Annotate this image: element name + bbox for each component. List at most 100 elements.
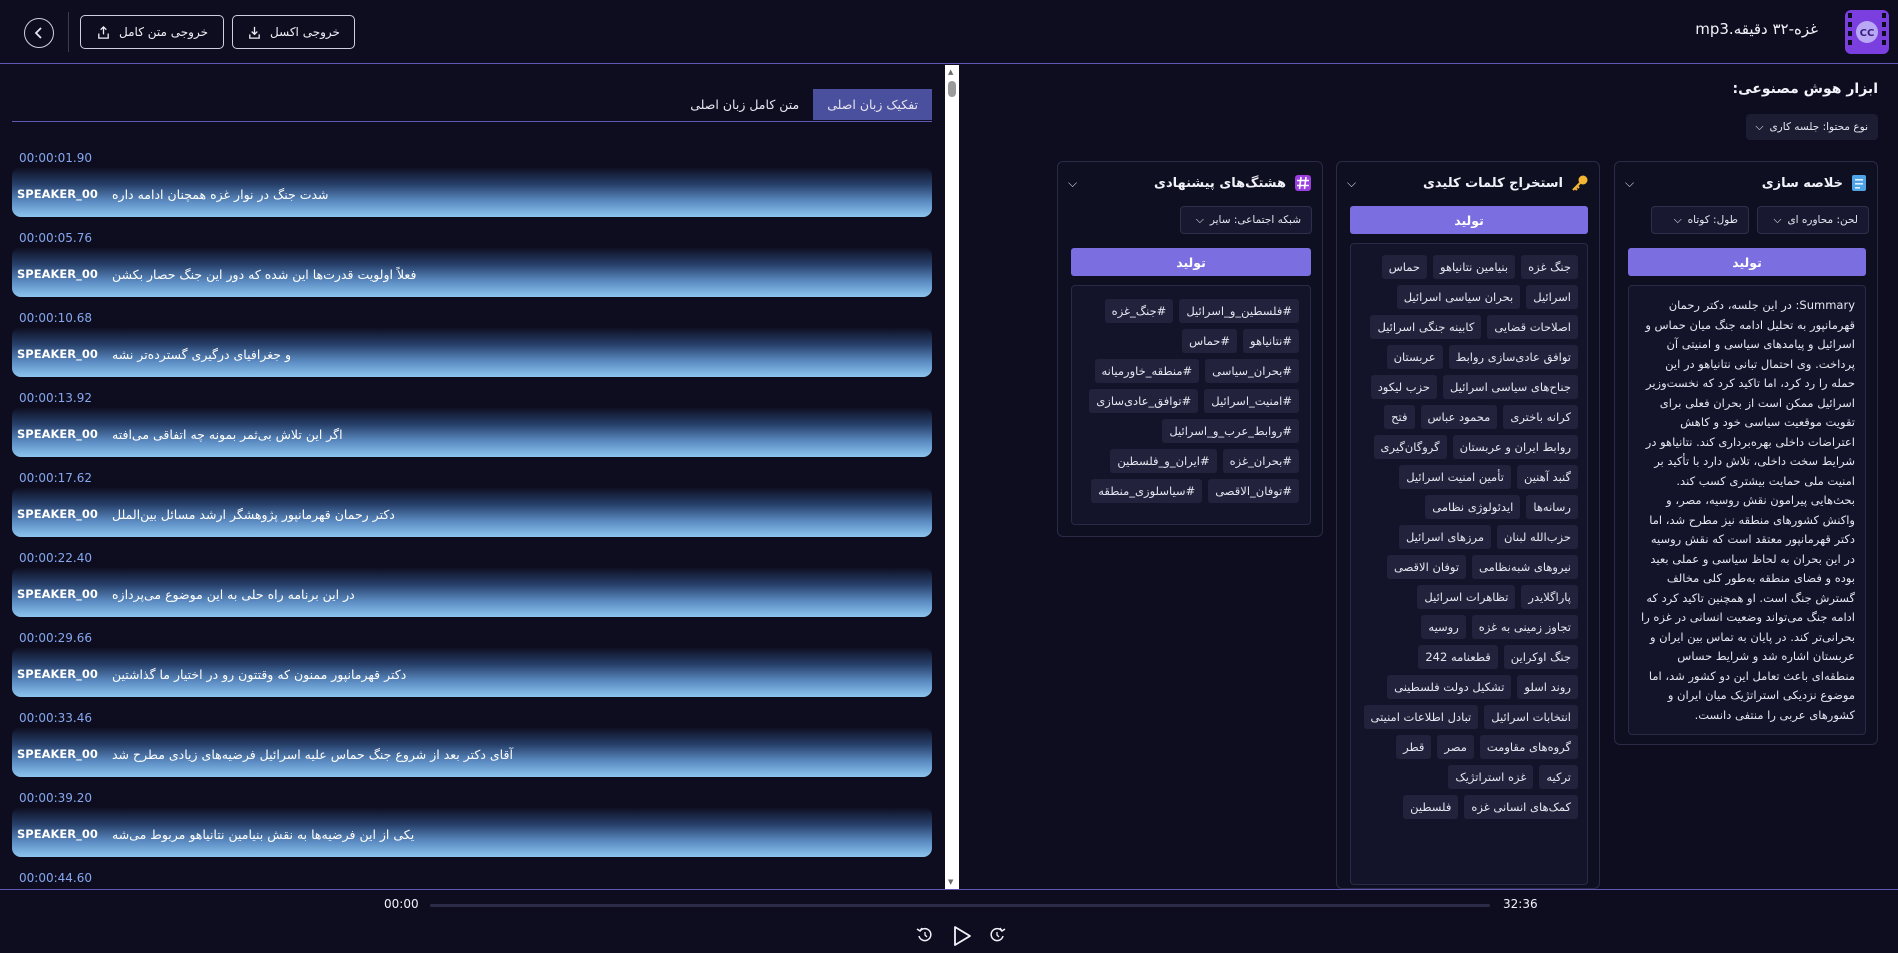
keyword-tag[interactable]: رسانه‌ها	[1526, 495, 1578, 519]
hashtag-tag[interactable]: #توافق_عادی‌سازی	[1089, 389, 1199, 413]
keyword-tag[interactable]: روابط ایران و عربستان	[1452, 435, 1578, 459]
segment-timestamp[interactable]: 00:00:39.20	[19, 791, 92, 805]
segment-timestamp[interactable]: 00:00:13.92	[19, 391, 92, 405]
chevron-down-icon[interactable]: ⌵	[1347, 176, 1356, 191]
social-network-select[interactable]: شبکه اجتماعی: سایر ⌵	[1180, 206, 1312, 234]
keyword-tag[interactable]: گنبد آهنین	[1516, 465, 1578, 489]
keyword-tag[interactable]: محمود عباس	[1420, 405, 1498, 429]
segment-text: اگر این تلاش بی‌ثمر بمونه چه اتفاقی می‌ا…	[112, 427, 343, 442]
keyword-tag[interactable]: نیروهای شبه‌نظامی	[1472, 555, 1578, 579]
keyword-tag[interactable]: حزب‌الله لبنان	[1496, 525, 1578, 549]
keyword-tag[interactable]: روند اسلو	[1517, 675, 1578, 699]
keyword-tag[interactable]: توافق عادی‌سازی روابط	[1448, 345, 1578, 369]
transcript-scrollbar[interactable]: ▲ ▼	[945, 65, 959, 889]
tone-select[interactable]: لحن: محاوره ای ⌵	[1757, 206, 1869, 234]
keyword-tag[interactable]: تجاوز زمینی به غزه	[1471, 615, 1578, 639]
keyword-tag[interactable]: تأمین امنیت اسرائیل	[1399, 465, 1511, 489]
segment-timestamp[interactable]: 00:00:22.40	[19, 551, 92, 565]
hashtag-tag[interactable]: #امنیت_اسرائیل	[1204, 389, 1299, 413]
progress-bar[interactable]	[430, 904, 1490, 907]
keyword-tag[interactable]: گروه‌های مقاومت	[1479, 735, 1578, 759]
transcript-segment[interactable]: 00:00:17.62 SPEAKER_00 دکتر رحمان قهرمان…	[12, 471, 932, 551]
length-select[interactable]: طول: کوتاه ⌵	[1651, 206, 1749, 234]
tab-original-segmented[interactable]: تفکیک زبان اصلی	[813, 89, 932, 120]
keyword-tag[interactable]: جناح‌های سیاسی اسرائیل	[1443, 375, 1578, 399]
keyword-tag[interactable]: کمک‌های انسانی غزه	[1464, 795, 1578, 819]
keyword-tag[interactable]: انتخابات اسرائیل	[1484, 705, 1578, 729]
summary-generate-button[interactable]: تولید	[1628, 248, 1866, 276]
keyword-tag[interactable]: مرزهای اسرائیل	[1398, 525, 1491, 549]
transcript-segment[interactable]: 00:00:29.66 SPEAKER_00 دکتر قهرمانپور مم…	[12, 631, 932, 711]
keyword-tag[interactable]: تظاهرات اسرائیل	[1417, 585, 1516, 609]
keyword-tag[interactable]: ترکیه	[1539, 765, 1578, 789]
transcript-segment[interactable]: 00:00:33.46 SPEAKER_00 آقای دکتر بعد از …	[12, 711, 932, 791]
keyword-tag[interactable]: اسرائیل	[1526, 285, 1578, 309]
keyword-tag[interactable]: کابینه جنگی اسرائیل	[1370, 315, 1482, 339]
keywords-tool-card: استخراج کلمات کلیدی ⌵ تولید جنگ غزه بنیام…	[1336, 161, 1600, 889]
keyword-tag[interactable]: مصر	[1437, 735, 1474, 759]
transcript-segment[interactable]: 00:00:22.40 SPEAKER_00 در این برنامه راه…	[12, 551, 932, 631]
scroll-thumb[interactable]	[948, 81, 956, 97]
scroll-up-arrow-icon[interactable]: ▲	[948, 68, 953, 76]
hashtag-tag[interactable]: #نتانیاهو	[1243, 329, 1299, 353]
segment-timestamp[interactable]: 00:00:01.90	[19, 151, 92, 165]
segment-timestamp[interactable]: 00:00:29.66	[19, 631, 92, 645]
tab-original-full-text[interactable]: متن کامل زبان اصلی	[676, 89, 813, 120]
keyword-tag[interactable]: گروگان‌گیری	[1373, 435, 1447, 459]
segment-speaker: SPEAKER_00	[17, 427, 98, 441]
scroll-down-arrow-icon[interactable]: ▼	[948, 878, 953, 886]
forward-button[interactable]	[986, 924, 1008, 946]
keyword-tag[interactable]: اصلاحات قضایی	[1487, 315, 1578, 339]
keyword-tag[interactable]: قطر	[1396, 735, 1432, 759]
keyword-tag[interactable]: عربستان	[1386, 345, 1443, 369]
segment-timestamp[interactable]: 00:00:44.60	[19, 871, 92, 885]
back-button[interactable]	[24, 18, 54, 48]
keyword-tag[interactable]: روسیه	[1421, 615, 1466, 639]
export-full-text-button[interactable]: خروجی متن کامل	[80, 15, 224, 49]
keyword-tag[interactable]: توفان الاقصی	[1386, 555, 1467, 579]
segment-timestamp[interactable]: 00:00:17.62	[19, 471, 92, 485]
hashtag-tag[interactable]: #ایران_و_فلسطین	[1110, 449, 1217, 473]
transcript-segment[interactable]: 00:00:01.90 SPEAKER_00 شدت جنگ در نوار غ…	[12, 151, 932, 231]
keyword-tag[interactable]: تبادل اطلاعات امنیتی	[1363, 705, 1479, 729]
keyword-tag[interactable]: بنیامین نتانیاهو	[1433, 255, 1516, 279]
hashtag-tag[interactable]: #روابط_عرب_و_اسرائیل	[1162, 419, 1299, 443]
chevron-down-icon[interactable]: ⌵	[1625, 176, 1634, 191]
transcript-segment[interactable]: 00:00:10.68 SPEAKER_00 و جغرافیای درگیری…	[12, 311, 932, 391]
hashtag-tag[interactable]: #جنگ_غزه	[1104, 299, 1174, 323]
hashtag-tag[interactable]: #منطقه_خاورمیانه	[1094, 359, 1200, 383]
transcript-segment[interactable]: 00:00:13.92 SPEAKER_00 اگر این تلاش بی‌ث…	[12, 391, 932, 471]
keyword-tag[interactable]: فتح	[1384, 405, 1415, 429]
keyword-tag[interactable]: حزب لیکود	[1370, 375, 1438, 399]
keyword-tag[interactable]: قطعنامه 242	[1418, 645, 1498, 669]
transcript-segment[interactable]: 00:00:39.20 SPEAKER_00 یکی از این فرضیه‌…	[12, 791, 932, 871]
keyword-tag[interactable]: کرانه باختری	[1503, 405, 1578, 429]
keyword-tag[interactable]: پاراگلایدر	[1521, 585, 1578, 609]
keyword-tag[interactable]: جنگ غزه	[1521, 255, 1578, 279]
rewind-button[interactable]	[914, 924, 936, 946]
hashtag-tag[interactable]: #سیاسلوزی_منطقه	[1091, 479, 1203, 503]
keyword-tag[interactable]: غزه استراتژیک	[1448, 765, 1534, 789]
play-button[interactable]	[950, 924, 974, 948]
keyword-tag[interactable]: جنگ اوکراین	[1503, 645, 1578, 669]
hashtag-tag[interactable]: #فلسطین_و_اسرائیل	[1179, 299, 1299, 323]
segment-timestamp[interactable]: 00:00:33.46	[19, 711, 92, 725]
hashtag-tag[interactable]: #حماس	[1182, 329, 1237, 353]
keywords-generate-button[interactable]: تولید	[1350, 206, 1588, 234]
hashtag-tag[interactable]: #توفان_الاقصی	[1208, 479, 1299, 503]
keyword-tag[interactable]: ایدئولوژی نظامی	[1425, 495, 1521, 519]
keyword-tag[interactable]: تشکیل دولت فلسطینی	[1387, 675, 1512, 699]
keyword-tag[interactable]: حماس	[1381, 255, 1428, 279]
keyword-tag[interactable]: فلسطین	[1403, 795, 1459, 819]
segment-timestamp[interactable]: 00:00:10.68	[19, 311, 92, 325]
hashtags-generate-button[interactable]: تولید	[1071, 248, 1311, 276]
segment-timestamp[interactable]: 00:00:05.76	[19, 231, 92, 245]
content-type-select[interactable]: نوع محتوا: جلسه کاری ⌵	[1745, 114, 1878, 140]
export-excel-button[interactable]: خروجی اکسل	[232, 15, 355, 49]
hashtag-tag[interactable]: #بحران_غزه	[1222, 449, 1299, 473]
transcript-segment[interactable]: 00:00:05.76 SPEAKER_00 فعلاً اولویت قدرت…	[12, 231, 932, 311]
hashtag-tag[interactable]: #بحران_سیاسی	[1205, 359, 1299, 383]
chevron-down-icon[interactable]: ⌵	[1068, 176, 1077, 191]
play-icon	[954, 926, 971, 946]
keyword-tag[interactable]: بحران سیاسی اسرائیل	[1396, 285, 1521, 309]
